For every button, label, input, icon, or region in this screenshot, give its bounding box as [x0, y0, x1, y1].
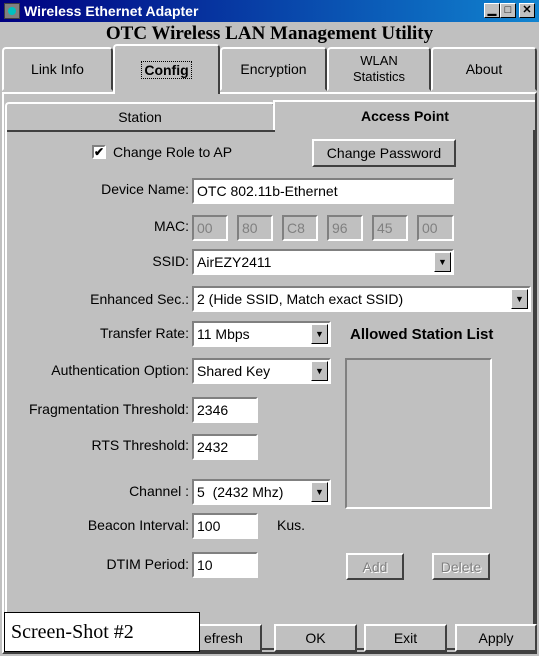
mac-octet-3: C8 — [282, 215, 318, 241]
subtab-access-point[interactable]: Access Point — [273, 100, 535, 130]
dtim-period-field[interactable]: 10 — [192, 552, 258, 578]
chevron-down-icon[interactable]: ▼ — [311, 361, 328, 381]
app-subtitle: OTC Wireless LAN Management Utility — [105, 23, 434, 44]
transfer-rate-value: 11 Mbps — [197, 326, 250, 342]
subtab-station[interactable]: Station — [5, 102, 275, 132]
frag-threshold-field[interactable]: 2346 — [192, 397, 258, 423]
screenshot-caption: Screen-Shot #2 — [4, 612, 200, 652]
beacon-interval-label: Beacon Interval: — [87, 517, 189, 533]
check-icon: ✔ — [94, 145, 105, 159]
tab-label: About — [465, 61, 503, 77]
ok-button[interactable]: OK — [274, 624, 357, 652]
device-name-label: Device Name: — [101, 181, 189, 197]
chevron-down-icon[interactable]: ▼ — [311, 324, 328, 344]
close-button[interactable]: ✕ — [519, 3, 535, 18]
delete-station-button[interactable]: Delete — [432, 553, 490, 580]
auth-option-combo[interactable]: Shared Key ▼ — [192, 358, 331, 384]
enhanced-sec-combo[interactable]: 2 (Hide SSID, Match exact SSID) ▼ — [192, 286, 531, 312]
app-icon[interactable] — [4, 3, 20, 19]
rts-threshold-field[interactable]: 2432 — [192, 434, 258, 460]
tab-about[interactable]: About — [431, 47, 537, 91]
rts-threshold-label: RTS Threshold: — [91, 437, 189, 453]
change-role-label: Change Role to AP — [113, 144, 233, 160]
apply-button[interactable]: Apply — [455, 624, 537, 652]
beacon-interval-field[interactable]: 100 — [192, 513, 258, 539]
auth-option-value: Shared Key — [197, 363, 271, 379]
chevron-down-icon[interactable]: ▼ — [511, 289, 528, 309]
exit-button[interactable]: Exit — [364, 624, 447, 652]
tab-wlan-statistics[interactable]: WLAN Statistics — [327, 47, 431, 91]
ssid-label: SSID: — [152, 253, 189, 269]
minimize-button[interactable]: ▁ — [484, 3, 500, 18]
transfer-rate-combo[interactable]: 11 Mbps ▼ — [192, 321, 331, 347]
mac-octet-1: 00 — [192, 215, 228, 241]
chevron-down-icon[interactable]: ▼ — [311, 482, 328, 502]
beacon-interval-unit: Kus. — [277, 517, 306, 533]
maximize-button[interactable]: □ — [500, 3, 516, 18]
tab-label: Link Info — [31, 61, 84, 77]
transfer-rate-label: Transfer Rate: — [100, 325, 189, 341]
enhanced-sec-label: Enhanced Sec.: — [90, 291, 189, 307]
channel-label: Channel : — [129, 483, 189, 499]
channel-value: 5 (2432 Mhz) — [197, 484, 284, 500]
auth-option-label: Authentication Option: — [51, 362, 189, 378]
tab-config[interactable]: Config — [113, 44, 220, 94]
mac-octet-4: 96 — [327, 215, 363, 241]
mac-octet-2: 80 — [237, 215, 273, 241]
tab-link-info[interactable]: Link Info — [2, 47, 113, 91]
tab-label: WLAN Statistics — [352, 53, 405, 84]
title-bar: Wireless Ethernet Adapter ▁ □ ✕ — [0, 0, 539, 22]
chevron-down-icon[interactable]: ▼ — [434, 252, 451, 272]
dtim-period-label: DTIM Period: — [106, 556, 189, 572]
enhanced-sec-value: 2 (Hide SSID, Match exact SSID) — [197, 291, 404, 307]
tab-encryption[interactable]: Encryption — [220, 47, 327, 91]
frag-threshold-label: Fragmentation Threshold: — [28, 401, 189, 417]
mac-label: MAC: — [154, 218, 189, 234]
allowed-station-list-title: Allowed Station List — [350, 326, 494, 343]
channel-combo[interactable]: 5 (2432 Mhz) ▼ — [192, 479, 331, 505]
tab-label: Config — [141, 61, 192, 79]
ssid-combo[interactable]: AirEZY2411 ▼ — [192, 249, 454, 275]
ssid-value: AirEZY2411 — [197, 254, 272, 270]
change-role-checkbox[interactable]: ✔ — [92, 145, 106, 159]
window-title: Wireless Ethernet Adapter — [24, 3, 199, 19]
mac-octet-6: 00 — [417, 215, 454, 241]
add-station-button[interactable]: Add — [346, 553, 404, 580]
device-name-field[interactable]: OTC 802.11b-Ethernet — [192, 178, 454, 204]
mac-octet-5: 45 — [372, 215, 408, 241]
tab-label: Encryption — [240, 61, 307, 77]
change-password-button[interactable]: Change Password — [312, 139, 456, 167]
allowed-station-listbox[interactable] — [345, 358, 492, 509]
